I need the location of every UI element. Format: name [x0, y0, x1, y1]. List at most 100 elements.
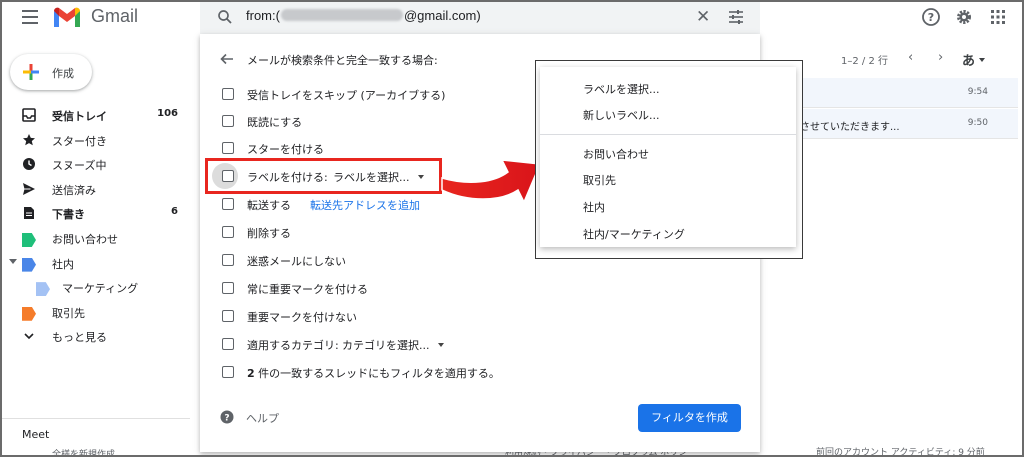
checkbox[interactable]: [222, 282, 234, 294]
help-icon[interactable]: ?: [921, 7, 941, 27]
svg-text:?: ?: [224, 414, 229, 424]
option-never-important: 重要マークを付けない: [220, 306, 720, 328]
menu-divider: [540, 134, 796, 135]
sidebar-item-count: 6: [171, 206, 178, 218]
meet-heading: Meet: [22, 428, 50, 441]
checkbox[interactable]: [222, 310, 234, 322]
sidebar-item-label: スヌーズ中: [52, 159, 107, 173]
sidebar-item-label: 下書き: [52, 208, 85, 222]
option-category: 適用するカテゴリ: カテゴリを選択...: [220, 334, 720, 356]
annotation-arrow-icon: [441, 159, 542, 204]
search-options-icon[interactable]: [728, 9, 744, 25]
settings-gear-icon[interactable]: [954, 7, 974, 27]
option-label: 重要マークを付けない: [247, 311, 357, 324]
help-circle-icon[interactable]: ?: [220, 410, 234, 424]
svg-text:?: ?: [928, 11, 934, 24]
menu-item-label-inquiries[interactable]: お問い合わせ: [583, 146, 649, 162]
sidebar-item-count: 106: [157, 108, 178, 119]
search-bar[interactable]: from:(@gmail.com) ✕: [200, 0, 760, 34]
chevron-down-icon: [979, 58, 986, 62]
checkbox[interactable]: [222, 338, 234, 350]
option-label: 削除する: [247, 227, 291, 240]
option-label: 適用するカテゴリ:: [247, 339, 339, 352]
option-label: 受信トレイをスキップ (アーカイブする): [247, 89, 446, 102]
star-icon: [23, 133, 35, 145]
option-label: 迷惑メールにしない: [247, 255, 346, 268]
clock-icon: [23, 158, 35, 171]
back-arrow-icon[interactable]: [220, 52, 234, 66]
label-dropdown-menu: ラベルを選択... 新しいラベル... お問い合わせ 取引先 社内 社内/マーケ…: [540, 67, 796, 247]
category-select-dropdown[interactable]: カテゴリを選択...: [342, 337, 444, 353]
option-label: 既読にする: [247, 116, 303, 129]
sidebar-item-label: マーケティング: [62, 282, 139, 296]
checkbox[interactable]: [222, 226, 234, 238]
menu-item-label-internal-marketing[interactable]: 社内/マーケティング: [583, 226, 685, 242]
sidebar-item-label: 社内: [52, 257, 74, 271]
sidebar-item-more[interactable]: もっと見る: [0, 324, 190, 349]
account-activity[interactable]: 前回のアカウント アクティビティ: 9 分前: [816, 445, 985, 457]
sidebar-item-label: 受信トレイ: [52, 110, 107, 123]
help-link[interactable]: ヘルプ: [246, 410, 279, 426]
sidebar-item-label: お問い合わせ: [52, 232, 118, 246]
menu-item-select-label[interactable]: ラベルを選択...: [583, 81, 660, 97]
prev-page-icon[interactable]: ‹: [908, 50, 913, 65]
search-query-prefix: from:(: [246, 8, 280, 23]
label-icon: [22, 257, 36, 272]
sidebar-nav: 受信トレイ 106 スター付き スヌーズ中 送信済み 下書き 6 お問い合わせ …: [0, 103, 190, 349]
input-tools-button[interactable]: あ: [962, 50, 986, 69]
search-input[interactable]: from:(@gmail.com): [246, 8, 481, 23]
checkbox[interactable]: [222, 366, 234, 378]
annotation-highlight-box: [205, 158, 442, 194]
sidebar-item-drafts[interactable]: 下書き 6: [0, 201, 190, 226]
inbox-icon: [22, 108, 36, 122]
next-page-icon[interactable]: ›: [938, 50, 943, 65]
checkbox[interactable]: [222, 88, 234, 100]
label-icon: [22, 232, 36, 247]
sidebar-item-starred[interactable]: スター付き: [0, 128, 190, 153]
label-dropdown-menu-callout: ラベルを選択... 新しいラベル... お問い合わせ 取引先 社内 社内/マーケ…: [535, 60, 803, 259]
sidebar-item-label: 取引先: [52, 306, 85, 320]
option-label: 2 件の一致するスレッドにもフィルタを適用する。: [247, 365, 500, 381]
option-label-rest: 件の一致するスレッドにもフィルタを適用する。: [254, 367, 500, 380]
sidebar-item-label: スター付き: [52, 134, 107, 148]
checkbox[interactable]: [222, 198, 234, 210]
create-filter-button[interactable]: フィルタを作成: [638, 404, 741, 432]
sidebar-item-snoozed[interactable]: スヌーズ中: [0, 152, 190, 177]
send-icon: [23, 182, 35, 195]
sidebar-item-marketing[interactable]: マーケティング: [0, 275, 190, 300]
chevron-down-icon: [437, 343, 444, 347]
checkbox[interactable]: [222, 142, 234, 154]
sidebar-item-sent[interactable]: 送信済み: [0, 177, 190, 202]
divider: [0, 418, 190, 419]
menu-item-new-label[interactable]: 新しいラベル...: [583, 107, 660, 123]
sidebar-item-internal[interactable]: 社内: [0, 251, 190, 276]
top-bar: Gmail from:(@gmail.com) ✕ ?: [0, 0, 1024, 36]
clear-search-icon[interactable]: ✕: [696, 9, 710, 26]
compose-button[interactable]: 作成: [10, 54, 92, 90]
apps-grid-icon[interactable]: [988, 7, 1008, 27]
filter-panel-title: メールが検索条件と完全一致する場合:: [247, 54, 438, 67]
new-meeting-link[interactable]: 全様を新規作成: [52, 447, 115, 457]
checkbox[interactable]: [222, 254, 234, 266]
menu-item-label-clients[interactable]: 取引先: [583, 172, 616, 188]
collapse-caret-icon[interactable]: [9, 258, 17, 264]
app-name: Gmail: [91, 6, 139, 26]
email-time: 9:50: [967, 118, 988, 128]
checkbox[interactable]: [222, 115, 234, 127]
sidebar-item-label: 送信済み: [52, 183, 96, 197]
sidebar-item-inquiries[interactable]: お問い合わせ: [0, 226, 190, 251]
option-label: 転送する: [247, 199, 291, 212]
menu-item-label-internal[interactable]: 社内: [583, 199, 605, 215]
expand-icon: [24, 333, 34, 340]
search-icon[interactable]: [216, 8, 234, 26]
main-menu-icon[interactable]: [22, 10, 38, 24]
match-count: 2: [247, 367, 255, 380]
input-tools-label: あ: [962, 54, 976, 69]
sidebar-item-inbox[interactable]: 受信トレイ 106: [0, 103, 190, 128]
gmail-logo-icon[interactable]: [52, 5, 82, 29]
option-apply-to-matching: 2 件の一致するスレッドにもフィルタを適用する。: [220, 362, 720, 384]
add-forwarding-address-link[interactable]: 転送先アドレスを追加: [310, 197, 420, 213]
sidebar-item-clients[interactable]: 取引先: [0, 300, 190, 325]
email-time: 9:54: [967, 87, 988, 97]
label-icon: [22, 306, 36, 321]
